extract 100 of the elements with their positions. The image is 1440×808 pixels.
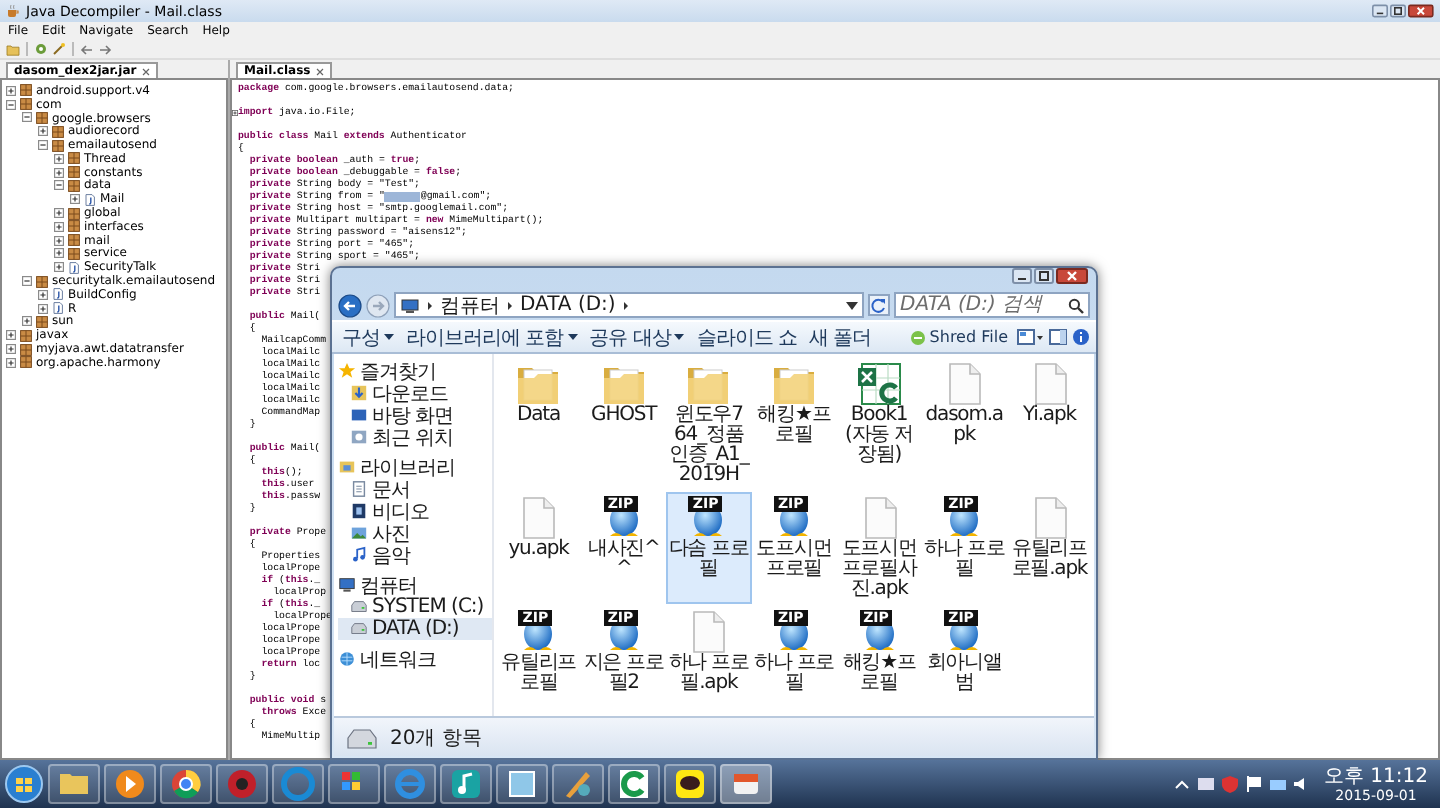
breadcrumb-item[interactable]: 컴퓨터 — [440, 291, 500, 319]
folder-content-item[interactable]: 유틸리프로필.apk — [1006, 492, 1092, 604]
folder-content-item[interactable]: 해킹★프로필 — [751, 358, 837, 490]
keyboard-icon[interactable] — [1196, 774, 1216, 794]
expand-icon[interactable] — [6, 357, 16, 368]
toolbar-button[interactable]: 공유 대상 — [585, 324, 689, 350]
recent-places-icon — [350, 428, 368, 446]
close-icon[interactable] — [316, 67, 325, 75]
expand-icon[interactable] — [54, 221, 64, 232]
collapse-icon[interactable] — [38, 140, 48, 151]
taskbar-button[interactable] — [328, 764, 380, 804]
network-icon — [338, 650, 356, 668]
music-note-icon — [350, 546, 368, 564]
maximize-button[interactable] — [1034, 268, 1054, 284]
gear-icon[interactable] — [34, 42, 48, 56]
taskbar-button[interactable] — [496, 764, 548, 804]
caret-icon[interactable] — [846, 301, 858, 309]
search-icon[interactable] — [1068, 297, 1084, 313]
expand-icon[interactable] — [6, 85, 16, 96]
nav-item[interactable]: DATA (D:) — [338, 618, 492, 640]
collapse-icon[interactable] — [22, 112, 32, 123]
nav-item[interactable]: SYSTEM (C:) — [338, 596, 492, 618]
search-field[interactable]: DATA (D:) 검색 — [894, 292, 1090, 318]
collapse-icon[interactable] — [22, 276, 32, 287]
expand-icon[interactable] — [232, 109, 238, 115]
chevron-icon[interactable] — [621, 299, 630, 311]
expand-icon[interactable] — [54, 235, 64, 246]
back-button[interactable] — [338, 293, 362, 317]
folder-content-item[interactable]: yu.apk — [496, 492, 582, 604]
refresh-button[interactable] — [868, 294, 890, 316]
nav-item[interactable]: 음악 — [338, 544, 492, 566]
expand-icon[interactable] — [6, 344, 16, 355]
maximize-button[interactable] — [1390, 4, 1407, 18]
drive-icon — [346, 725, 378, 749]
network-icon[interactable] — [1268, 774, 1288, 794]
toolbar-button[interactable]: 슬라이드 쇼 — [692, 324, 802, 350]
nav-item[interactable]: 비디오 — [338, 500, 492, 522]
toolbar-button[interactable]: 구성 — [338, 324, 398, 350]
taskbar-button[interactable] — [608, 764, 660, 804]
chevron-icon[interactable] — [506, 299, 514, 311]
start-button[interactable] — [4, 764, 44, 804]
toolbar-button[interactable]: 새 폴더 — [805, 324, 876, 350]
expand-icon[interactable] — [6, 330, 16, 341]
drive-icon — [350, 620, 368, 638]
nav-item[interactable]: 라이브러리 — [338, 456, 492, 478]
folder-content-item[interactable]: Yi.apk — [1006, 358, 1092, 490]
folder-content-item[interactable]: Book1 (자동 저장됨) — [836, 358, 922, 490]
breadcrumb-item[interactable]: DATA (D:) — [520, 294, 616, 316]
forward-arrow-icon[interactable] — [98, 43, 112, 55]
back-arrow-icon[interactable] — [80, 43, 94, 55]
minimize-button[interactable] — [1372, 4, 1389, 18]
minimize-button[interactable] — [1012, 268, 1032, 284]
file-name: yu.apk — [508, 540, 569, 560]
folder-content-item[interactable]: dasom.apk — [921, 358, 1007, 490]
expand-icon[interactable] — [54, 153, 64, 164]
shred-file-button[interactable]: Shred File — [905, 324, 1012, 350]
wand-icon[interactable] — [52, 42, 66, 56]
close-icon[interactable] — [142, 67, 151, 75]
expand-icon[interactable] — [38, 126, 48, 137]
collapse-icon[interactable] — [6, 99, 16, 110]
expand-icon[interactable] — [54, 208, 64, 219]
taskbar-button[interactable] — [440, 764, 492, 804]
preview-pane-icon[interactable] — [1048, 328, 1068, 346]
expand-icon[interactable] — [22, 316, 32, 327]
toolbar-button[interactable]: 라이브러리에 포함 — [402, 324, 582, 350]
help-icon[interactable] — [1072, 328, 1090, 346]
chevron-icon[interactable] — [426, 299, 434, 311]
nav-item[interactable]: 네트워크 — [338, 648, 492, 670]
folder-content-item[interactable]: GHOST — [581, 358, 667, 490]
expand-icon[interactable] — [54, 167, 64, 178]
nav-item[interactable]: 바탕 화면 — [338, 404, 492, 426]
expand-icon[interactable] — [54, 262, 64, 273]
file-name: 해킹★프로필 — [755, 406, 833, 446]
spreadsheet-icon[interactable] — [855, 362, 904, 406]
close-button[interactable] — [1056, 268, 1088, 284]
address-bar[interactable]: 컴퓨터 DATA (D:) — [394, 292, 864, 318]
nav-item[interactable]: 최근 위치 — [338, 426, 492, 448]
taskbar-button[interactable] — [216, 764, 268, 804]
nav-item[interactable]: 다운로드 — [338, 382, 492, 404]
taskbar-button[interactable] — [664, 764, 716, 804]
flag-icon[interactable] — [1244, 774, 1264, 794]
folder-content-item[interactable]: 하나 프로필.apk — [666, 606, 752, 698]
expand-icon[interactable] — [54, 248, 64, 259]
collapse-icon[interactable] — [54, 180, 64, 191]
close-button[interactable] — [1408, 4, 1434, 18]
expand-icon[interactable] — [70, 194, 80, 205]
expand-icon[interactable] — [38, 289, 48, 300]
folder-content-item[interactable]: 도프시먼프로필사진.apk — [836, 492, 922, 604]
notebook-icon — [504, 766, 540, 802]
nav-item[interactable]: 사진 — [338, 522, 492, 544]
nav-item[interactable]: 컴퓨터 — [338, 574, 492, 596]
taskbar-button[interactable] — [160, 764, 212, 804]
folder-content-item[interactable]: 윈도우7 64_정품인증_A1_2019H — [666, 358, 752, 490]
expand-icon[interactable] — [38, 303, 48, 314]
nav-item[interactable]: 즐겨찾기 — [338, 360, 492, 382]
folder-content-item[interactable]: Data — [496, 358, 582, 490]
view-options-icon[interactable] — [1016, 328, 1044, 346]
taskbar-button[interactable] — [104, 764, 156, 804]
file-name: 도프시먼프로필사진.apk — [839, 540, 920, 600]
nav-item[interactable]: 문서 — [338, 478, 492, 500]
